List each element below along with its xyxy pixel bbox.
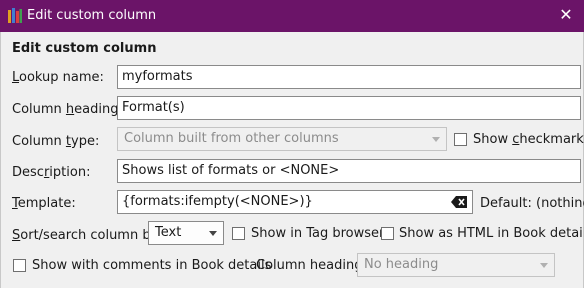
column-heading-input[interactable]: Format(s) [117,96,581,120]
sort-search-label: Sort/search column by [12,228,159,243]
description-label: Description: [12,165,91,180]
column-type-label: Column type: [12,134,100,149]
close-button[interactable]: ✕ [556,4,576,26]
template-input[interactable]: {formats:ifempty(<NONE>)} [117,190,473,214]
sort-search-select[interactable]: Text [148,221,224,245]
close-icon: ✕ [559,5,573,24]
column-heading-label: Column heading: [12,102,123,117]
column-type-select[interactable]: Column built from other columns [117,127,447,151]
lookup-name-label: Lookup name: [12,70,104,85]
chevron-down-icon [432,137,440,142]
show-comments-checkbox[interactable] [13,259,26,272]
show-tag-browser-label: Show in Tag browser [251,226,385,241]
template-label: Template: [12,196,76,211]
section-heading: Edit custom column [12,41,157,56]
books-icon [8,8,22,23]
comments-heading-select[interactable]: No heading [357,253,555,277]
chevron-down-icon [209,231,217,236]
show-html-checkbox[interactable] [381,227,394,240]
lookup-name-input[interactable]: myformats [117,65,581,89]
show-checkmarks-label: Show checkmarks [473,132,584,147]
template-default-text: Default: (nothing) [480,196,584,211]
title-bar: Edit custom column ✕ [0,0,584,32]
show-checkmarks-checkbox[interactable] [454,133,467,146]
show-tag-browser-checkbox[interactable] [232,227,245,240]
comments-heading-label: Column heading: [256,258,367,273]
window-title: Edit custom column [27,8,157,23]
chevron-down-icon [540,263,548,268]
show-html-label: Show as HTML in Book details [399,226,584,241]
show-comments-label: Show with comments in Book details [32,258,272,273]
dialog-content: Edit custom column Lookup name: myformat… [0,32,584,288]
description-input[interactable]: Shows list of formats or <NONE> [117,159,581,183]
clear-text-icon[interactable] [451,196,468,208]
